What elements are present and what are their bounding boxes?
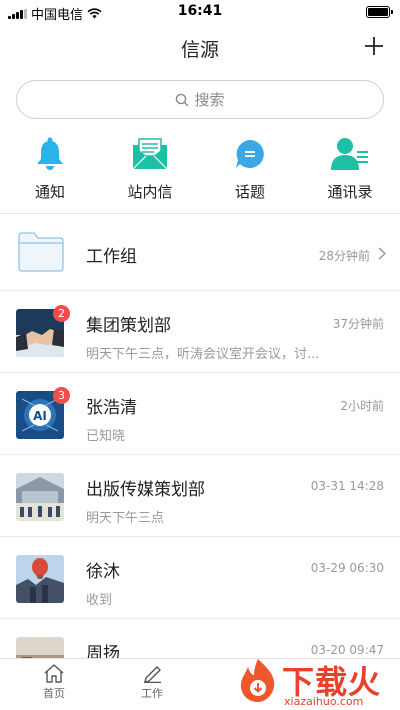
quick-label: 通讯录 (327, 183, 373, 201)
conversation-time: 2小时前 (340, 399, 384, 413)
conversation-preview: 明天下午三点，听涛会议室开会议，讨... (86, 347, 320, 362)
page-title: 信源 (180, 39, 219, 61)
quick-inbox[interactable]: 站内信 (100, 134, 200, 204)
conversation-row[interactable]: 2 集团策划部 37分钟前 明天下午三点，听涛会议室开会议，讨... (0, 291, 400, 373)
quick-actions: 通知 站内信 话题 通讯录 (0, 134, 400, 204)
tab-home[interactable]: 首页 (24, 663, 84, 701)
conversation-row[interactable]: 出版传媒策划部 03-31 14:28 明天下午三点 (0, 455, 400, 537)
status-bar: 中国电信 16:41 (0, 0, 400, 24)
contacts-icon (330, 134, 370, 174)
chevron-right-icon (378, 247, 386, 260)
search-placeholder: 搜索 (194, 91, 225, 109)
conversation-time: 03-31 14:28 (310, 479, 384, 493)
conversation-preview: 已知晓 (86, 429, 126, 444)
tab-label: 工作 (141, 687, 163, 700)
conversation-time: 03-29 06:30 (310, 561, 384, 575)
search-input[interactable]: 搜索 (16, 80, 384, 119)
folder-time: 28分钟前 (318, 249, 370, 263)
conversation-preview: 收到 (86, 593, 113, 608)
envelope-icon (130, 134, 170, 174)
clock: 16:41 (177, 3, 223, 19)
conversation-row[interactable]: AI 3 张浩清 2小时前 已知晓 (0, 373, 400, 455)
tab-label: 首页 (43, 687, 65, 700)
conversation-name: 出版传媒策划部 (86, 480, 205, 500)
add-button[interactable] (362, 34, 386, 58)
watermark: 下载火 xiazaihuo.com (236, 655, 394, 709)
conversation-name: 徐沐 (86, 562, 120, 582)
svg-text:AI: AI (33, 409, 47, 423)
search-icon (176, 93, 189, 106)
tab-work[interactable]: 工作 (122, 663, 182, 701)
battery-icon (366, 6, 393, 18)
quick-label: 话题 (234, 183, 265, 201)
bell-icon (30, 134, 70, 174)
unread-badge: 3 (53, 387, 70, 404)
folder-row[interactable]: 工作组 28分钟前 (0, 214, 400, 291)
watermark-subtext: xiazaihuo.com (284, 695, 364, 708)
quick-topics[interactable]: 话题 (200, 134, 300, 204)
conversation-name: 集团策划部 (86, 316, 171, 336)
flame-logo-icon (240, 659, 275, 702)
chat-bubble-icon (230, 134, 270, 174)
folder-icon (18, 232, 64, 272)
nav-bar: 信源 (0, 24, 400, 70)
unread-badge: 2 (53, 305, 70, 322)
folder-name: 工作组 (86, 247, 137, 267)
home-icon (44, 664, 64, 683)
pencil-icon (144, 666, 161, 683)
conversation-row[interactable]: 徐沐 03-29 06:30 收到 (0, 537, 400, 619)
conversation-preview: 明天下午三点 (86, 511, 165, 526)
avatar (16, 555, 64, 603)
conversation-name: 张浩清 (86, 398, 137, 418)
quick-label: 站内信 (127, 183, 173, 201)
avatar (16, 473, 64, 521)
quick-contacts[interactable]: 通讯录 (300, 134, 400, 204)
quick-label: 通知 (34, 183, 65, 201)
conversation-time: 37分钟前 (332, 317, 384, 331)
quick-notification[interactable]: 通知 (0, 134, 100, 204)
